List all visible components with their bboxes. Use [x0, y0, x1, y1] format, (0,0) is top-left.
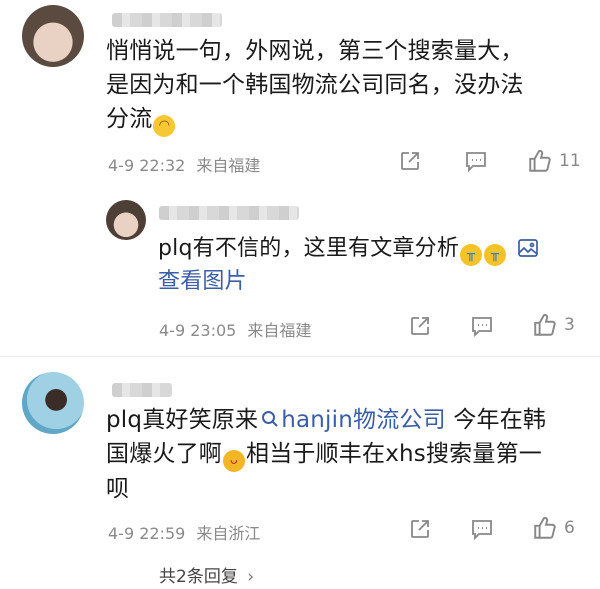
view-image-link[interactable]: 查看图片 [158, 266, 588, 298]
search-link[interactable]: hanjin物流公司 [258, 407, 446, 433]
share-icon [411, 520, 429, 538]
like-count: 11 [559, 151, 581, 171]
reply-text: plq有不信的，这里有文章分析 ╥ ╥ 查看图片 [158, 233, 588, 298]
like-count: 6 [564, 518, 575, 538]
reply-meta: 4-9 23:05 来自福建 [159, 317, 311, 341]
username-blurred[interactable] [112, 13, 222, 27]
username-blurred[interactable] [112, 383, 172, 397]
share-icon [411, 317, 429, 335]
cry-emoji-icon: ╥ [460, 244, 483, 266]
chevron-right-icon: › [247, 567, 255, 587]
location: 来自福建 [247, 321, 312, 340]
like-icon [534, 517, 556, 539]
like-icon [529, 150, 551, 172]
image-icon [518, 239, 539, 257]
like-icon [534, 314, 556, 336]
search-icon [262, 411, 278, 427]
cry-emoji-icon: ╥ [484, 244, 507, 266]
timestamp: 4-9 22:32 [108, 156, 186, 175]
more-replies-link[interactable]: 共2条回复 › [159, 562, 254, 587]
timestamp: 4-9 23:05 [159, 321, 237, 340]
like-button[interactable]: 3 [532, 312, 575, 338]
timestamp: 4-9 22:59 [108, 524, 186, 543]
comment-icon [472, 520, 492, 540]
comment-meta: 4-9 22:32 来自福建 [108, 152, 260, 176]
tongue-emoji-icon: ᴗ [223, 450, 245, 472]
share-icon [401, 152, 419, 170]
comment-meta: 4-9 22:59 来自浙江 [108, 520, 260, 544]
comment-icon [472, 317, 492, 337]
divider [0, 356, 600, 357]
share-button[interactable] [408, 517, 432, 541]
comment-text: 悄悄说一句，外网说，第三个搜索量大， 是因为和一个韩国物流公司同名，没办法 分流… [106, 34, 586, 137]
like-button[interactable]: 6 [532, 515, 575, 541]
like-count: 3 [564, 315, 575, 335]
comment-text: plq真好笑原来 hanjin物流公司 今年在韩 国爆火了啊 ᴗ 相当于顺丰在xhs搜… [106, 407, 547, 502]
share-button[interactable] [398, 149, 422, 173]
avatar[interactable] [22, 5, 84, 67]
reply-avatar[interactable] [106, 200, 146, 240]
like-button[interactable]: 11 [527, 148, 581, 174]
share-button[interactable] [408, 314, 432, 338]
comment-button[interactable] [470, 518, 494, 540]
reply-username-blurred[interactable] [159, 206, 299, 220]
comment-button[interactable] [470, 315, 494, 337]
avatar[interactable] [22, 372, 84, 434]
location: 来自福建 [196, 156, 261, 175]
comment-button[interactable] [464, 150, 488, 172]
location: 来自浙江 [196, 524, 261, 543]
smile-emoji-icon: ◠ [153, 115, 176, 137]
comment-icon [466, 152, 486, 172]
